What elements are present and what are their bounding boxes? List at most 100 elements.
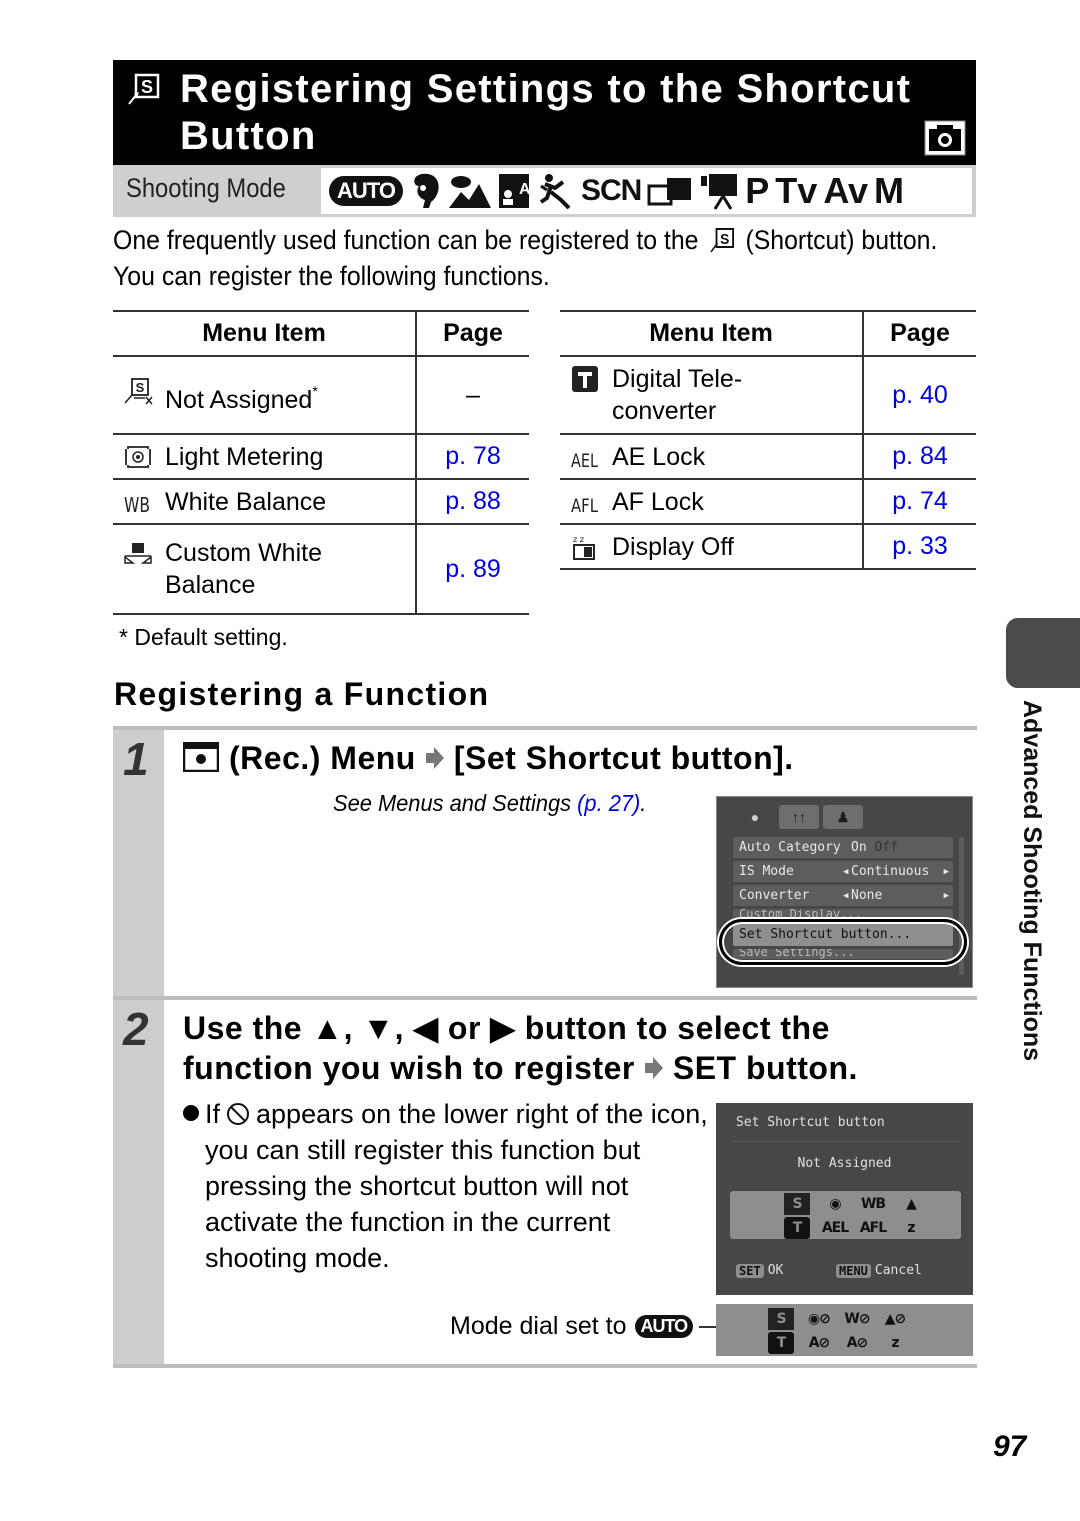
display-off-icon: z z: [573, 535, 595, 560]
af-lock-icon: AFL: [859, 1220, 887, 1236]
step-heading: (Rec.) Menu [Set Shortcut button].: [183, 738, 794, 778]
table-header-row: Menu Item Page: [560, 310, 976, 357]
arrow-right-icon: ▶: [943, 866, 949, 877]
intro-text: One frequently used function can be regi…: [113, 222, 937, 294]
shortcut-screen-screenshot: Set Shortcut button Not Assigned S ◉ WB …: [716, 1103, 973, 1295]
page-title-line1: Registering Settings to the Shortcut: [180, 67, 912, 111]
digital-tele-converter-icon: T: [768, 1332, 794, 1354]
chapter-label: Advanced Shooting Functions: [1018, 700, 1046, 1062]
not-assigned-icon: S: [768, 1308, 794, 1330]
page-number: 97: [993, 1430, 1027, 1463]
tab-setup-icon: ↑↑: [779, 805, 819, 829]
intro-line2: You can register the following functions…: [113, 261, 550, 291]
shortcut-icon: S: [710, 228, 734, 253]
table-row: Custom White Balance p. 89: [113, 524, 529, 615]
digital-tele-converter-icon: T: [784, 1217, 810, 1239]
display-off-icon: z: [907, 1220, 915, 1236]
not-assigned-icon: S: [784, 1193, 810, 1215]
table-row: S Not Assigned* –: [113, 356, 529, 435]
landscape-mode-icon: [448, 176, 491, 208]
page-link[interactable]: p. 74: [862, 479, 976, 525]
menu-row: IS Mode ◀ Continuous ▶: [733, 861, 953, 882]
menu-tabs: ● ↑↑ ♟: [735, 805, 863, 829]
movie-mode-icon: [701, 174, 738, 210]
step-number-bar: 1: [113, 730, 164, 996]
table-row: AEL AE Lock p. 84: [560, 434, 976, 480]
chapter-tab: [1006, 618, 1080, 688]
menu-screen-screenshot: ● ↑↑ ♟ Auto Category On Off IS Mode ◀ Co…: [716, 796, 973, 988]
night-scene-mode-icon: A: [498, 174, 531, 208]
ok-hint: SET OK: [736, 1263, 783, 1278]
step-2: 2 Use the ▲, ▼, ◀ or ▶ button to select …: [113, 996, 977, 1368]
screen-title: Set Shortcut button: [736, 1115, 885, 1130]
program-mode-icon: P: [745, 170, 770, 211]
light-metering-icon: ◉: [829, 1196, 841, 1212]
page-link[interactable]: p. 84: [862, 434, 976, 480]
table-row: Digital Tele-converter p. 40: [560, 356, 976, 435]
step-number: 1: [123, 733, 149, 785]
svg-text:AEL: AEL: [571, 450, 598, 471]
auto-mode-icon-grid: S ◉⊘ W⊘ ▲⊘ T A⊘ A⊘ z: [716, 1304, 973, 1356]
page-link[interactable]: p. 33: [862, 524, 976, 570]
af-lock-disabled-icon: A⊘: [846, 1335, 869, 1351]
current-selection: Not Assigned: [797, 1156, 892, 1171]
menu-row: Custom Display...: [733, 909, 953, 919]
page-link[interactable]: (p. 27): [577, 790, 640, 816]
scn-mode-icon: SCN: [580, 174, 642, 207]
custom-white-balance-icon: [124, 543, 152, 564]
tab-my-menu-icon: ♟: [823, 805, 863, 829]
tab-rec-camera-icon: ●: [735, 805, 775, 829]
table-row: WB White Balance p. 88: [113, 479, 529, 525]
shooting-mode-icons: AUTO A SCN P Tv Av M: [321, 168, 972, 214]
title-bar: S Registering Settings to the Shortcut B…: [113, 60, 976, 165]
highlight-ring: [719, 919, 967, 965]
header-page: Page: [862, 310, 976, 357]
svg-text:AFL: AFL: [571, 495, 598, 516]
svg-text:WB: WB: [124, 493, 150, 516]
set-key-icon: SET: [736, 1263, 764, 1278]
step-number-bar: 2: [113, 1000, 164, 1364]
section-title: Registering a Function: [114, 676, 490, 712]
see-menus-note: See Menus and Settings (p. 27).: [333, 790, 647, 816]
page-ref: –: [415, 356, 529, 435]
prohibited-icon: [227, 1103, 250, 1125]
arrow-right-icon: ▶: [943, 890, 949, 901]
header-menu-item: Menu Item: [560, 310, 863, 357]
item-label: Not Assigned: [165, 385, 313, 414]
manual-mode-icon: M: [874, 170, 904, 211]
ae-lock-icon: AEL: [821, 1220, 849, 1236]
page-title-line2: Button: [180, 114, 317, 158]
bullet-note: If appears on the lower right of the icon…: [183, 1096, 713, 1276]
arrow-right-icon: [644, 1057, 663, 1079]
table-header-row: Menu Item Page: [113, 310, 529, 357]
av-mode-icon: Av: [823, 170, 868, 211]
arrow-left-icon: ◀: [843, 890, 849, 901]
page-link[interactable]: p. 78: [415, 434, 529, 480]
item-label: AE Lock: [612, 442, 706, 471]
item-label: Light Metering: [165, 442, 324, 471]
svg-text:S: S: [141, 77, 153, 97]
sports-mode-icon: [539, 174, 571, 210]
digital-tele-converter-icon: [572, 366, 598, 392]
menu-row: Converter ◀ None ▶: [733, 885, 953, 906]
display-off-icon: z: [891, 1335, 899, 1351]
page-link[interactable]: p. 89: [415, 524, 529, 615]
svg-text:S: S: [136, 380, 145, 395]
item-label: Display Off: [612, 532, 734, 561]
page-link[interactable]: p. 40: [862, 356, 976, 435]
item-label: Digital Tele-converter: [612, 365, 743, 425]
footnote: * Default setting.: [119, 624, 288, 650]
item-label: AF Lock: [612, 487, 704, 516]
shortcut-icon: S: [128, 73, 160, 105]
portrait-mode-icon: [414, 173, 439, 208]
page-link[interactable]: p. 88: [415, 479, 529, 525]
mode-dial-caption: Mode dial set to AUTO: [450, 1312, 736, 1341]
functions-table-left: Menu Item Page S Not Assigned* – Light M…: [113, 310, 529, 615]
custom-white-balance-disabled-icon: ▲⊘: [884, 1311, 907, 1327]
cancel-hint: MENU Cancel: [836, 1263, 922, 1278]
light-metering-icon: [125, 445, 151, 468]
svg-text:z z: z z: [573, 535, 584, 544]
menu-key-icon: MENU: [836, 1263, 871, 1278]
af-lock-icon: AFL: [571, 495, 598, 516]
item-label: White Balance: [165, 487, 327, 516]
